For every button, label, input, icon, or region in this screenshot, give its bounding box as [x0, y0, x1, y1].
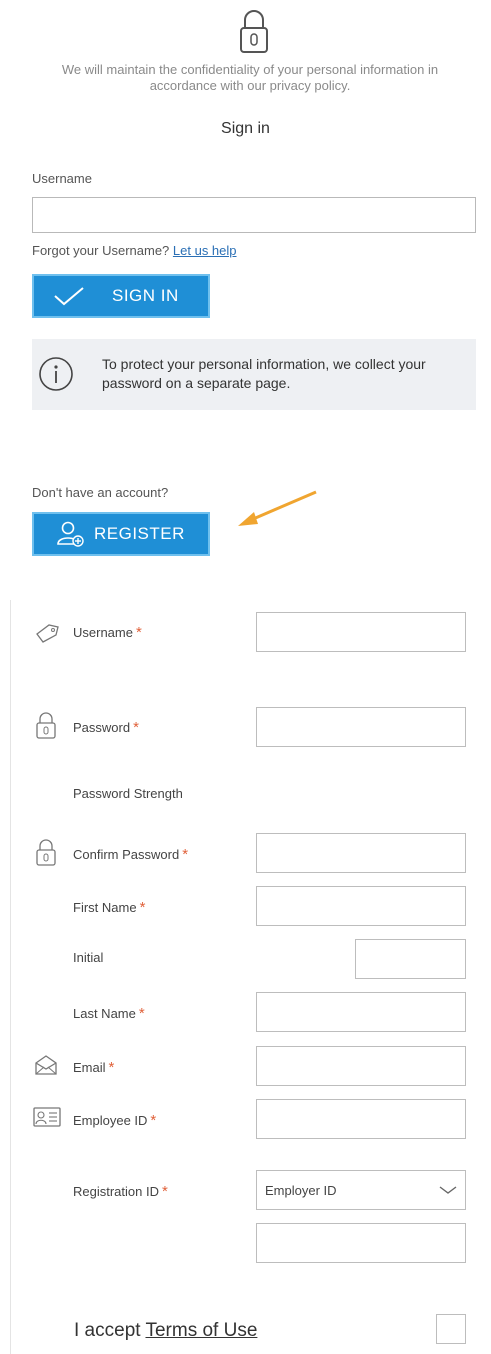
register-button[interactable]: REGISTER	[32, 512, 210, 556]
terms-prefix: I accept	[74, 1320, 146, 1341]
username-input[interactable]	[32, 197, 476, 233]
reg-username-input[interactable]	[256, 612, 466, 652]
envelope-icon	[34, 1053, 58, 1082]
terms-row: I accept Terms of Use	[74, 1320, 257, 1342]
info-icon	[38, 356, 74, 397]
reg-last-name-input[interactable]	[256, 992, 466, 1032]
reg-employee-id-label: Employee ID *	[73, 1112, 157, 1129]
page-title: Sign in	[221, 120, 270, 137]
arrow-annotation-icon	[232, 488, 322, 535]
reg-confirm-password-label: Confirm Password *	[73, 846, 189, 863]
reg-employee-id-input[interactable]	[256, 1099, 466, 1139]
chevron-down-icon	[439, 1185, 457, 1195]
reg-registration-id-input[interactable]	[256, 1223, 466, 1263]
tag-icon	[33, 622, 61, 649]
reg-first-name-input[interactable]	[256, 886, 466, 926]
register-button-label: REGISTER	[94, 524, 185, 543]
username-label: Username	[32, 171, 92, 186]
check-icon	[52, 285, 86, 307]
add-user-icon	[56, 520, 86, 548]
registration-id-select[interactable]: Employer ID	[256, 1170, 466, 1210]
forgot-username-row: Forgot your Username? Let us help	[32, 243, 237, 258]
form-divider	[10, 600, 11, 1354]
reg-last-name-label: Last Name *	[73, 1005, 145, 1022]
reg-email-label: Email *	[73, 1059, 115, 1076]
reg-initial-label: Initial	[73, 950, 104, 965]
lock-icon	[35, 710, 57, 745]
info-text: To protect your personal information, we…	[102, 356, 426, 391]
reg-password-label: Password *	[73, 719, 139, 736]
lock-icon	[238, 6, 270, 59]
password-info-box: To protect your personal information, we…	[32, 339, 476, 410]
id-card-icon	[33, 1106, 61, 1133]
lock-icon	[35, 837, 57, 872]
forgot-username-link[interactable]: Let us help	[173, 243, 237, 258]
reg-username-label: Username *	[73, 624, 142, 641]
reg-initial-input[interactable]	[355, 939, 466, 979]
signin-button[interactable]: SIGN IN	[32, 274, 210, 318]
reg-email-input[interactable]	[256, 1046, 466, 1086]
reg-registration-id-label: Registration ID *	[73, 1183, 168, 1200]
privacy-notice: We will maintain the confidentiality of …	[61, 62, 439, 93]
reg-password-input[interactable]	[256, 707, 466, 747]
no-account-text: Don't have an account?	[32, 485, 169, 500]
reg-first-name-label: First Name *	[73, 899, 146, 916]
signin-button-label: SIGN IN	[112, 286, 179, 305]
registration-id-select-value: Employer ID	[265, 1182, 337, 1198]
terms-of-use-link[interactable]: Terms of Use	[145, 1320, 257, 1341]
password-strength-label: Password Strength	[73, 786, 183, 801]
reg-confirm-password-input[interactable]	[256, 833, 466, 873]
terms-checkbox[interactable]	[436, 1314, 466, 1344]
forgot-username-text: Forgot your Username?	[32, 243, 170, 258]
